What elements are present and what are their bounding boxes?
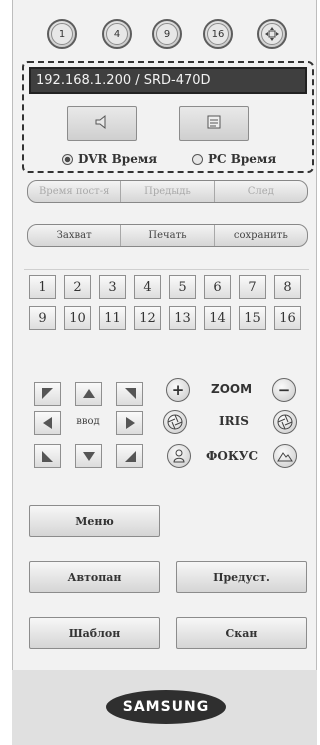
list-icon [205,113,223,135]
arrow-down-right-icon [124,451,136,462]
print-button[interactable]: Печать [121,225,215,246]
samsung-logo: SAMSUNG [106,690,226,724]
iris-open-button[interactable] [273,410,297,434]
autopan-button[interactable]: Автопан [29,561,160,593]
ptz-up-right-button[interactable] [116,382,143,406]
zoom-in-button[interactable]: + [166,378,190,402]
arrow-left-icon [42,417,52,429]
pattern-button[interactable]: Шаблон [29,617,160,649]
fullscreen-button[interactable] [257,19,287,49]
split-4-button[interactable]: 4 [102,19,132,49]
arrow-up-right-icon [124,388,136,399]
split-16-button[interactable]: 16 [203,19,233,49]
arrow-right-icon [125,417,135,429]
camera-5-button[interactable]: 5 [169,275,196,299]
capture-button[interactable]: Захват [28,225,122,246]
zoom-label: ZOOM [211,382,253,396]
time-search-button[interactable]: Время пост-я [28,181,122,202]
split-1-button[interactable]: 1 [47,19,77,49]
ptz-enter-label[interactable]: ввод [67,416,109,427]
ptz-down-right-button[interactable] [116,444,143,468]
dvr-time-option[interactable]: DVR Время [62,152,157,166]
aperture-icon [277,414,293,430]
arrow-down-left-icon [41,451,53,462]
pc-time-option[interactable]: PC Время [192,152,276,166]
camera-7-button[interactable]: 7 [239,275,266,299]
aperture-icon [167,414,183,430]
minus-icon: − [277,381,291,399]
arrow-up-left-icon [41,388,53,399]
split-9-label: 9 [156,23,178,45]
separator [24,269,309,270]
ptz-up-left-button[interactable] [34,382,61,406]
camera-10-button[interactable]: 10 [64,306,91,330]
split-4-label: 4 [106,23,128,45]
split-1-label: 1 [51,23,73,45]
save-button[interactable]: сохранить [215,225,307,246]
ptz-down-button[interactable] [75,444,102,468]
playback-list-button[interactable] [179,106,249,141]
camera-14-button[interactable]: 14 [204,306,231,330]
ptz-up-button[interactable] [75,382,102,406]
playback-bar: Время пост-я Предыдь След [27,180,308,203]
camera-3-button[interactable]: 3 [99,275,126,299]
camera-12-button[interactable]: 12 [134,306,161,330]
split-16-label: 16 [207,23,229,45]
zoom-out-button[interactable]: − [272,378,296,402]
plus-icon: + [171,381,185,399]
menu-button[interactable]: Меню [29,505,160,537]
ptz-left-button[interactable] [34,411,61,435]
camera-4-button[interactable]: 4 [134,275,161,299]
iris-label: IRIS [219,414,249,428]
camera-9-button[interactable]: 9 [29,306,56,330]
iris-close-button[interactable] [163,410,187,434]
dvr-time-label: DVR Время [78,152,158,166]
camera-2-button[interactable]: 2 [64,275,91,299]
ptz-right-button[interactable] [116,411,143,435]
camera-16-button[interactable]: 16 [274,306,301,330]
dvr-time-radio[interactable] [62,153,73,165]
focus-near-button[interactable] [167,444,191,468]
camera-8-button[interactable]: 8 [274,275,301,299]
speaker-icon [93,113,111,135]
dvr-address-display: 192.168.1.200 / SRD-470D [29,67,307,94]
mountain-icon [277,452,293,462]
arrow-down-icon [82,452,95,461]
focus-label: ФОКУС [206,449,259,463]
previous-button[interactable]: Предыдь [121,181,215,202]
camera-11-button[interactable]: 11 [99,306,126,330]
pc-time-label: PC Время [208,152,277,166]
ptz-down-left-button[interactable] [34,444,61,468]
person-icon [173,449,185,463]
pc-time-radio[interactable] [192,153,203,165]
action-bar: Захват Печать сохранить [27,224,308,247]
focus-far-button[interactable] [273,444,297,468]
camera-1-button[interactable]: 1 [29,275,56,299]
preset-button[interactable]: Предуст. [176,561,307,593]
move-arrows-icon [261,23,283,45]
scan-button[interactable]: Скан [176,617,307,649]
audio-button[interactable] [67,106,137,141]
arrow-up-icon [82,389,95,398]
camera-15-button[interactable]: 15 [239,306,266,330]
next-button[interactable]: След [215,181,307,202]
split-9-button[interactable]: 9 [152,19,182,49]
camera-13-button[interactable]: 13 [169,306,196,330]
camera-6-button[interactable]: 6 [204,275,231,299]
